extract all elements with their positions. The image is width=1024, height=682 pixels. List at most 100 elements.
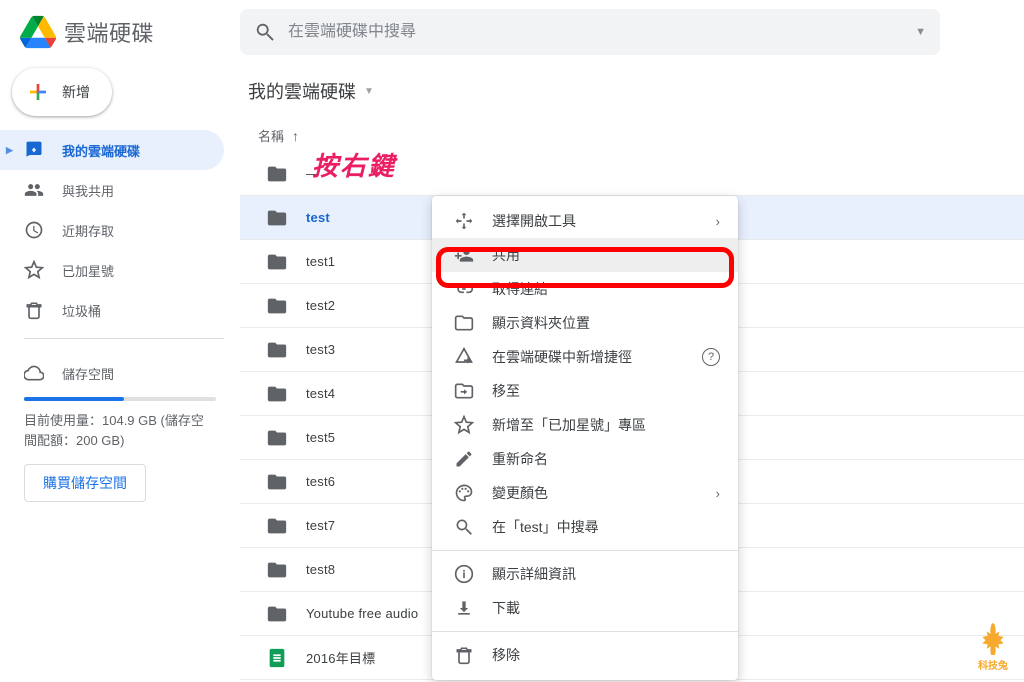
watermark-label: 科技兔	[978, 657, 1008, 672]
context-menu-item-label: 移除	[492, 645, 520, 665]
chevron-right-icon: ›	[716, 486, 720, 501]
folder-icon	[266, 295, 288, 317]
storage-label: 儲存空間	[62, 364, 114, 383]
new-button-label: 新增	[62, 82, 90, 102]
expand-caret-icon[interactable]: ▶	[6, 145, 13, 156]
app-title: 雲端硬碟	[64, 16, 154, 48]
sidebar-item-label: 已加星號	[62, 261, 114, 280]
context-menu-item-trash[interactable]: 移除	[432, 638, 738, 672]
context-menu-item-link[interactable]: 取得連結	[432, 272, 738, 306]
folder-icon	[266, 515, 288, 537]
cloud-icon	[24, 363, 44, 383]
download-icon	[454, 598, 474, 618]
sidebar: 新增 ▶ 我的雲端硬碟 與我共用 近期存取	[0, 64, 240, 682]
context-menu-item-label: 取得連結	[492, 279, 548, 299]
context-menu-item-label: 選擇開啟工具	[492, 211, 576, 231]
google-drive-icon	[20, 14, 56, 50]
sidebar-item-shared[interactable]: 與我共用	[0, 170, 224, 210]
context-menu: 選擇開啟工具›共用取得連結顯示資料夾位置在雲端硬碟中新增捷徑?移至新增至「已加星…	[432, 196, 738, 680]
plus-icon	[26, 80, 50, 104]
search-icon	[254, 21, 276, 43]
context-menu-item-rename[interactable]: 重新命名	[432, 442, 738, 476]
context-menu-item-label: 新增至「已加星號」專區	[492, 415, 646, 435]
context-menu-item-search[interactable]: 在「test」中搜尋	[432, 510, 738, 544]
folder-icon	[266, 251, 288, 273]
folder-icon	[266, 339, 288, 361]
help-icon[interactable]: ?	[702, 348, 720, 366]
context-menu-item-person-add[interactable]: 共用	[432, 238, 738, 272]
column-name-header: 名稱	[258, 126, 284, 145]
open-with-icon	[454, 211, 474, 231]
storage-progress-bar	[24, 397, 216, 401]
folder-icon	[266, 471, 288, 493]
sort-arrow-icon[interactable]: ↑	[292, 128, 299, 144]
logo-area[interactable]: 雲端硬碟	[16, 14, 240, 50]
watermark: 科技兔	[976, 621, 1010, 672]
context-menu-item-label: 變更顏色	[492, 483, 548, 503]
context-menu-item-folder-outline[interactable]: 顯示資料夾位置	[432, 306, 738, 340]
list-header[interactable]: 名稱 ↑	[240, 120, 1024, 152]
folder-icon	[266, 207, 288, 229]
star-icon	[454, 415, 474, 435]
context-menu-item-label: 重新命名	[492, 449, 548, 469]
people-icon	[24, 180, 44, 200]
storage-progress-fill	[24, 397, 124, 401]
context-menu-item-label: 顯示詳細資訊	[492, 564, 576, 584]
context-menu-item-open-with[interactable]: 選擇開啟工具 ›	[432, 204, 738, 238]
person-add-icon	[454, 245, 474, 265]
context-menu-item-label: 下載	[492, 598, 520, 618]
sheets-icon	[266, 647, 288, 669]
context-menu-item-label: 在雲端硬碟中新增捷徑	[492, 347, 632, 367]
search-options-caret-icon[interactable]: ▼	[915, 26, 926, 38]
sidebar-item-storage[interactable]: 儲存空間	[24, 353, 216, 393]
info-icon	[454, 564, 474, 584]
context-menu-item-drive-shortcut[interactable]: 在雲端硬碟中新增捷徑?	[432, 340, 738, 374]
search-bar[interactable]: ▼	[240, 9, 940, 55]
palette-icon	[454, 483, 474, 503]
rename-icon	[454, 449, 474, 469]
star-icon	[24, 260, 44, 280]
context-menu-item-label: 共用	[492, 245, 520, 265]
breadcrumb-dropdown-icon[interactable]: ▼	[364, 86, 374, 97]
context-menu-item-info[interactable]: 顯示詳細資訊	[432, 557, 738, 591]
sidebar-divider	[24, 338, 224, 339]
folder-icon	[266, 163, 288, 185]
header-bar: 雲端硬碟 ▼	[0, 0, 1024, 64]
link-icon	[454, 279, 474, 299]
context-menu-item-star[interactable]: 新增至「已加星號」專區	[432, 408, 738, 442]
sidebar-item-trash[interactable]: 垃圾桶	[0, 290, 224, 330]
clock-icon	[24, 220, 44, 240]
sidebar-item-starred[interactable]: 已加星號	[0, 250, 224, 290]
search-input[interactable]	[288, 23, 915, 41]
context-menu-item-move-to[interactable]: 移至	[432, 374, 738, 408]
storage-usage-text: 目前使用量：104.9 GB (儲存空間配額：200 GB)	[24, 411, 216, 450]
sidebar-item-label: 我的雲端硬碟	[62, 141, 140, 160]
file-name: —	[306, 166, 1000, 181]
sidebar-item-label: 與我共用	[62, 181, 114, 200]
drive-shortcut-icon	[454, 347, 474, 367]
drive-icon	[24, 140, 44, 160]
context-menu-item-palette[interactable]: 變更顏色 ›	[432, 476, 738, 510]
sidebar-item-recent[interactable]: 近期存取	[0, 210, 224, 250]
context-menu-divider	[432, 631, 738, 632]
context-menu-item-download[interactable]: 下載	[432, 591, 738, 625]
chevron-right-icon: ›	[716, 214, 720, 229]
move-to-icon	[454, 381, 474, 401]
folder-icon	[266, 383, 288, 405]
new-button[interactable]: 新增	[12, 68, 112, 116]
context-menu-item-label: 在「test」中搜尋	[492, 517, 599, 537]
folder-icon	[266, 559, 288, 581]
sidebar-item-my-drive[interactable]: ▶ 我的雲端硬碟	[0, 130, 224, 170]
context-menu-item-label: 移至	[492, 381, 520, 401]
context-menu-divider	[432, 550, 738, 551]
breadcrumb-title: 我的雲端硬碟	[248, 78, 356, 104]
storage-section: 儲存空間 目前使用量：104.9 GB (儲存空間配額：200 GB) 購買儲存…	[0, 347, 240, 502]
trash-icon	[454, 645, 474, 665]
breadcrumb[interactable]: 我的雲端硬碟 ▼	[240, 68, 1024, 120]
buy-storage-button[interactable]: 購買儲存空間	[24, 464, 146, 502]
file-row[interactable]: —	[240, 152, 1024, 196]
folder-icon	[266, 603, 288, 625]
sidebar-item-label: 近期存取	[62, 221, 114, 240]
folder-icon	[266, 427, 288, 449]
sidebar-item-label: 垃圾桶	[62, 301, 101, 320]
